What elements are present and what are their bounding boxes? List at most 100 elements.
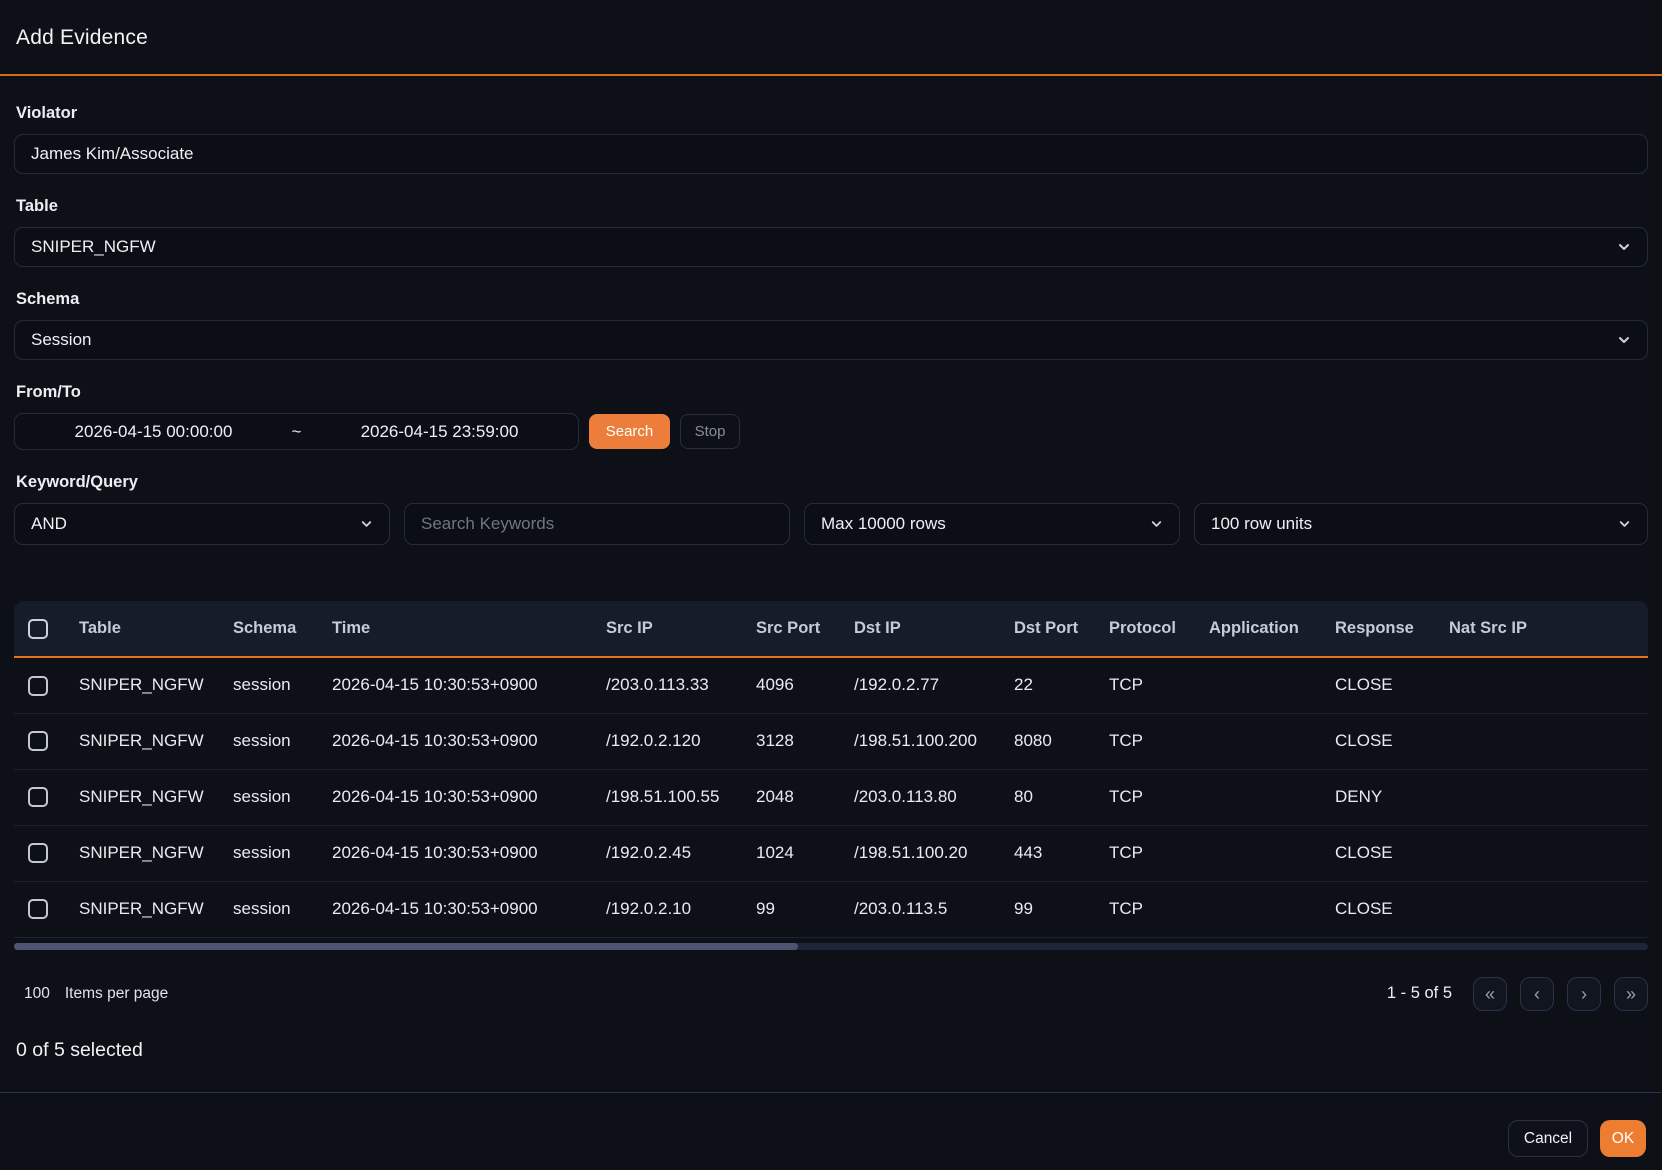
cell-dst-ip: /203.0.113.5 — [846, 881, 1006, 937]
table-row[interactable]: SNIPER_NGFW session 2026-04-15 10:30:53+… — [14, 825, 1648, 881]
table-row[interactable]: SNIPER_NGFW session 2026-04-15 10:30:53+… — [14, 769, 1648, 825]
items-per-page-label: Items per page — [65, 985, 168, 1003]
cell-src-port: 2048 — [748, 769, 846, 825]
cell-nat-src-ip — [1441, 769, 1648, 825]
operator-select[interactable]: AND — [14, 503, 390, 545]
keyword-search-input[interactable] — [404, 503, 790, 545]
fromto-row: 2026-04-15 00:00:00 ~ 2026-04-15 23:59:0… — [14, 413, 1648, 450]
col-header-src-ip: Src IP — [598, 601, 748, 657]
col-header-time: Time — [324, 601, 598, 657]
cell-src-ip: /192.0.2.120 — [598, 713, 748, 769]
pagination-controls: 1 - 5 of 5 « ‹ › » — [1387, 977, 1648, 1011]
row-units-select[interactable]: 100 row units — [1194, 503, 1648, 545]
row-checkbox[interactable] — [28, 787, 48, 807]
items-per-page-value[interactable]: 100 — [24, 985, 50, 1003]
date-from-input[interactable]: 2026-04-15 00:00:00 — [75, 422, 233, 442]
col-header-table: Table — [71, 601, 225, 657]
next-page-button[interactable]: › — [1567, 977, 1601, 1011]
cell-src-ip: /192.0.2.10 — [598, 881, 748, 937]
row-checkbox[interactable] — [28, 843, 48, 863]
schema-select[interactable]: Session — [14, 320, 1648, 360]
scrollbar-thumb[interactable] — [14, 943, 798, 950]
col-header-schema: Schema — [225, 601, 324, 657]
cell-schema: session — [225, 769, 324, 825]
daterange-field: 2026-04-15 00:00:00 ~ 2026-04-15 23:59:0… — [14, 413, 579, 450]
fromto-label: From/To — [16, 383, 1648, 402]
dialog-title: Add Evidence — [16, 26, 1646, 50]
cell-src-port: 4096 — [748, 657, 846, 713]
cell-dst-ip: /198.51.100.200 — [846, 713, 1006, 769]
items-per-page: 100 Items per page — [14, 985, 168, 1003]
stop-button[interactable]: Stop — [680, 414, 740, 449]
cell-schema: session — [225, 881, 324, 937]
date-to-input[interactable]: 2026-04-15 23:59:00 — [361, 422, 519, 442]
col-header-application: Application — [1201, 601, 1327, 657]
last-page-button[interactable]: » — [1614, 977, 1648, 1011]
cell-time: 2026-04-15 10:30:53+0900 — [324, 713, 598, 769]
cell-time: 2026-04-15 10:30:53+0900 — [324, 657, 598, 713]
cell-schema: session — [225, 825, 324, 881]
cell-protocol: TCP — [1101, 657, 1201, 713]
cell-protocol: TCP — [1101, 881, 1201, 937]
chevron-down-icon — [1616, 332, 1632, 348]
row-units-select-value: 100 row units — [1211, 514, 1312, 534]
cell-protocol: TCP — [1101, 769, 1201, 825]
last-page-icon: » — [1626, 985, 1636, 1003]
cell-application — [1201, 657, 1327, 713]
first-page-icon: « — [1485, 985, 1495, 1003]
cell-nat-src-ip — [1441, 825, 1648, 881]
prev-page-button[interactable]: ‹ — [1520, 977, 1554, 1011]
keyword-row: AND Max 10000 rows 100 row units — [14, 503, 1648, 545]
chevron-down-icon — [359, 517, 374, 532]
cell-table: SNIPER_NGFW — [71, 769, 225, 825]
table-row[interactable]: SNIPER_NGFW session 2026-04-15 10:30:53+… — [14, 881, 1648, 937]
prev-page-icon: ‹ — [1534, 985, 1540, 1003]
cell-application — [1201, 881, 1327, 937]
search-button[interactable]: Search — [589, 414, 670, 449]
cell-response: DENY — [1327, 769, 1441, 825]
col-header-dst-ip: Dst IP — [846, 601, 1006, 657]
selection-summary: 0 of 5 selected — [14, 1039, 1648, 1062]
schema-label: Schema — [16, 290, 1648, 309]
cell-response: CLOSE — [1327, 657, 1441, 713]
cell-nat-src-ip — [1441, 657, 1648, 713]
col-header-src-port: Src Port — [748, 601, 846, 657]
table-header-row: Table Schema Time Src IP Src Port Dst IP… — [14, 601, 1648, 657]
cell-time: 2026-04-15 10:30:53+0900 — [324, 825, 598, 881]
select-all-checkbox[interactable] — [28, 619, 48, 639]
cell-response: CLOSE — [1327, 825, 1441, 881]
row-checkbox[interactable] — [28, 676, 48, 696]
dialog-footer: Cancel OK — [0, 1092, 1662, 1170]
cell-schema: session — [225, 657, 324, 713]
cell-application — [1201, 769, 1327, 825]
col-header-nat-src-ip: Nat Src IP — [1441, 601, 1648, 657]
cell-dst-port: 99 — [1006, 881, 1101, 937]
horizontal-scrollbar[interactable] — [14, 943, 1648, 950]
max-rows-select[interactable]: Max 10000 rows — [804, 503, 1180, 545]
first-page-button[interactable]: « — [1473, 977, 1507, 1011]
row-checkbox[interactable] — [28, 731, 48, 751]
results-table-container: Table Schema Time Src IP Src Port Dst IP… — [14, 601, 1648, 950]
cell-application — [1201, 825, 1327, 881]
schema-select-value: Session — [31, 330, 91, 350]
table-row[interactable]: SNIPER_NGFW session 2026-04-15 10:30:53+… — [14, 713, 1648, 769]
violator-input[interactable] — [14, 134, 1648, 174]
table-row[interactable]: SNIPER_NGFW session 2026-04-15 10:30:53+… — [14, 657, 1648, 713]
row-checkbox[interactable] — [28, 899, 48, 919]
col-header-protocol: Protocol — [1101, 601, 1201, 657]
cell-nat-src-ip — [1441, 881, 1648, 937]
pagination-bar: 100 Items per page 1 - 5 of 5 « ‹ › » — [14, 977, 1648, 1011]
cell-src-ip: /198.51.100.55 — [598, 769, 748, 825]
cell-table: SNIPER_NGFW — [71, 713, 225, 769]
cell-nat-src-ip — [1441, 713, 1648, 769]
chevron-down-icon — [1617, 517, 1632, 532]
ok-button[interactable]: OK — [1600, 1120, 1646, 1157]
cell-src-ip: /203.0.113.33 — [598, 657, 748, 713]
cancel-button[interactable]: Cancel — [1508, 1120, 1588, 1157]
cell-dst-port: 80 — [1006, 769, 1101, 825]
cell-dst-port: 8080 — [1006, 713, 1101, 769]
add-evidence-dialog: Add Evidence Violator Table SNIPER_NGFW … — [0, 0, 1662, 1170]
table-label: Table — [16, 197, 1648, 216]
col-header-response: Response — [1327, 601, 1441, 657]
table-select[interactable]: SNIPER_NGFW — [14, 227, 1648, 267]
